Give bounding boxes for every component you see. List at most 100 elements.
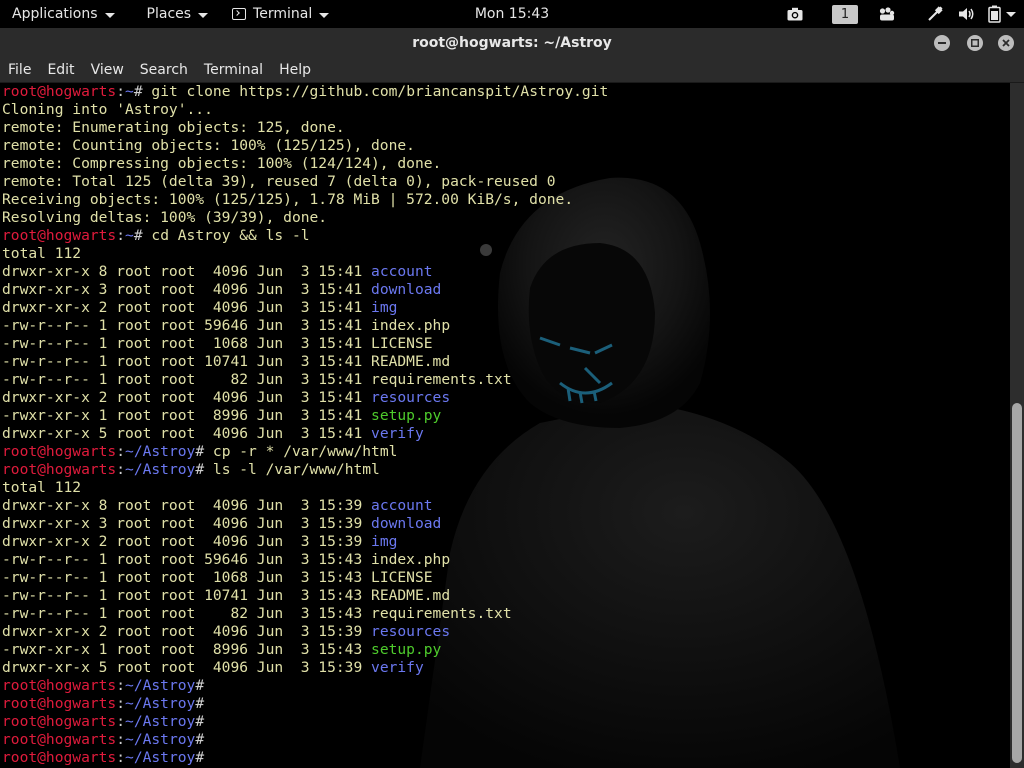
prompt-line: root@hogwarts:~/Astroy# (2, 695, 608, 713)
minimize-button[interactable] (934, 35, 950, 51)
volume-icon (959, 8, 974, 20)
menu-edit[interactable]: Edit (39, 58, 82, 82)
prompt-path: ~/Astroy (125, 695, 196, 712)
output-line: Resolving deltas: 100% (39/39), done. (2, 209, 328, 226)
ls-entry: -rw-r--r-- 1 root root 82 Jun 3 15:43 re… (2, 605, 608, 623)
menu-file[interactable]: File (0, 58, 39, 82)
network-button[interactable] (924, 0, 946, 28)
prompt-line: root@hogwarts:~# git clone https://githu… (2, 83, 608, 101)
ls-entry-name: verify (371, 659, 424, 676)
terminal-viewport[interactable]: root@hogwarts:~# git clone https://githu… (0, 83, 1010, 768)
prompt-user-host: root@hogwarts (2, 227, 117, 244)
terminal-output[interactable]: root@hogwarts:~# git clone https://githu… (2, 83, 608, 767)
apps-grid-icon (879, 7, 895, 21)
prompt-hash: # (195, 443, 205, 460)
places-menu[interactable]: Places (137, 0, 219, 28)
prompt-hash: # (133, 227, 143, 244)
ls-entry-meta: drwxr-xr-x 8 root root 4096 Jun 3 15:41 (2, 263, 372, 280)
ls-entry-name: download (371, 281, 442, 298)
prompt-path: ~/Astroy (125, 461, 196, 478)
prompt-colon: : (116, 83, 126, 100)
window-title: root@hogwarts: ~/Astroy (412, 35, 612, 51)
output-line: total 112 (2, 245, 82, 262)
output-line: remote: Compressing objects: 100% (124/1… (2, 155, 442, 172)
ls-entry-meta: drwxr-xr-x 5 root root 4096 Jun 3 15:39 (2, 659, 372, 676)
ls-entry-name: LICENSE (371, 335, 433, 352)
workspace-indicator[interactable]: 1 (832, 0, 858, 28)
prompt-hash: # (195, 749, 205, 766)
menu-view[interactable]: View (83, 58, 132, 82)
ls-entry-meta: -rwxr-xr-x 1 root root 8996 Jun 3 15:43 (2, 641, 372, 658)
ls-entry: -rwxr-xr-x 1 root root 8996 Jun 3 15:43 … (2, 641, 608, 659)
output-line: remote: Counting objects: 100% (125/125)… (2, 137, 415, 154)
output-line: Receiving objects: 100% (125/125), 1.78 … (2, 191, 574, 208)
prompt-path: ~ (125, 83, 134, 100)
ls-entry-meta: drwxr-xr-x 8 root root 4096 Jun 3 15:39 (2, 497, 372, 514)
menubar: File Edit View Search Terminal Help (0, 58, 1024, 83)
prompt-colon: : (116, 227, 126, 244)
ls-entry-meta: drwxr-xr-x 2 root root 4096 Jun 3 15:39 (2, 533, 372, 550)
ls-entry-meta: drwxr-xr-x 2 root root 4096 Jun 3 15:39 (2, 623, 372, 640)
prompt-path: ~/Astroy (125, 443, 196, 460)
ls-entry-meta: drwxr-xr-x 2 root root 4096 Jun 3 15:41 (2, 389, 372, 406)
prompt-user-host: root@hogwarts (2, 749, 117, 766)
ls-entry: drwxr-xr-x 3 root root 4096 Jun 3 15:39 … (2, 515, 608, 533)
ls-entry: -rw-r--r-- 1 root root 10741 Jun 3 15:41… (2, 353, 608, 371)
ls-entry-name: LICENSE (371, 569, 433, 586)
close-button[interactable] (998, 35, 1014, 51)
ls-entry-name: download (371, 515, 442, 532)
prompt-hash: # (195, 731, 205, 748)
prompt-user-host: root@hogwarts (2, 443, 117, 460)
ls-entry: drwxr-xr-x 5 root root 4096 Jun 3 15:39 … (2, 659, 608, 677)
prompt-line: root@hogwarts:~/Astroy# (2, 713, 608, 731)
menu-search[interactable]: Search (132, 58, 196, 82)
output-line: remote: Enumerating objects: 125, done. (2, 119, 345, 136)
ls-entry: drwxr-xr-x 8 root root 4096 Jun 3 15:41 … (2, 263, 608, 281)
ls-entry: -rw-r--r-- 1 root root 1068 Jun 3 15:43 … (2, 569, 608, 587)
prompt-line: root@hogwarts:~# cd Astroy && ls -l (2, 227, 608, 245)
prompt-colon: : (116, 461, 126, 478)
ls-entry-meta: drwxr-xr-x 5 root root 4096 Jun 3 15:41 (2, 425, 372, 442)
system-tray: 1 (772, 0, 1016, 28)
apps-grid-button[interactable] (876, 0, 898, 28)
prompt-path: ~/Astroy (125, 731, 196, 748)
power-menu[interactable] (988, 0, 1016, 28)
prompt-user-host: root@hogwarts (2, 461, 117, 478)
ls-entry-meta: -rwxr-xr-x 1 root root 8996 Jun 3 15:41 (2, 407, 372, 424)
screenshot-button[interactable] (784, 0, 806, 28)
ls-entry-name: requirements.txt (371, 605, 512, 622)
prompt-hash: # (133, 83, 143, 100)
prompt-user-host: root@hogwarts (2, 695, 117, 712)
scrollbar-thumb[interactable] (1012, 403, 1022, 763)
prompt-line: root@hogwarts:~/Astroy# (2, 677, 608, 695)
terminal-app-label: Terminal (253, 6, 313, 22)
prompt-colon: : (116, 731, 126, 748)
ls-entry-name: index.php (371, 551, 451, 568)
ls-entry-meta: -rw-r--r-- 1 root root 1068 Jun 3 15:41 (2, 335, 372, 352)
prompt-path: ~/Astroy (125, 749, 196, 766)
window-titlebar[interactable]: root@hogwarts: ~/Astroy (0, 28, 1024, 58)
maximize-button[interactable] (967, 35, 983, 51)
output-line: Cloning into 'Astroy'... (2, 101, 213, 118)
camera-icon (787, 7, 803, 21)
ls-entry-name: img (371, 533, 398, 550)
ls-entry: drwxr-xr-x 3 root root 4096 Jun 3 15:41 … (2, 281, 608, 299)
ls-entry-meta: drwxr-xr-x 2 root root 4096 Jun 3 15:41 (2, 299, 372, 316)
applications-menu[interactable]: Applications (2, 0, 125, 28)
panel-clock[interactable]: Mon 15:43 (475, 6, 549, 22)
ls-entry: -rw-r--r-- 1 root root 1068 Jun 3 15:41 … (2, 335, 608, 353)
ls-entry-name: resources (371, 623, 451, 640)
ls-entry: drwxr-xr-x 2 root root 4096 Jun 3 15:41 … (2, 299, 608, 317)
close-icon (1002, 39, 1010, 47)
command-text: cp -r * /var/www/html (204, 443, 398, 460)
menu-help[interactable]: Help (271, 58, 319, 82)
terminal-scrollbar[interactable] (1010, 83, 1024, 768)
battery-icon (988, 5, 1001, 23)
volume-button[interactable] (956, 0, 978, 28)
prompt-colon: : (116, 443, 126, 460)
menu-terminal[interactable]: Terminal (196, 58, 271, 82)
ls-entry-name: requirements.txt (371, 371, 512, 388)
ls-entry-name: verify (371, 425, 424, 442)
ls-entry-meta: -rw-r--r-- 1 root root 1068 Jun 3 15:43 (2, 569, 372, 586)
terminal-app-menu[interactable]: Terminal (222, 0, 339, 28)
